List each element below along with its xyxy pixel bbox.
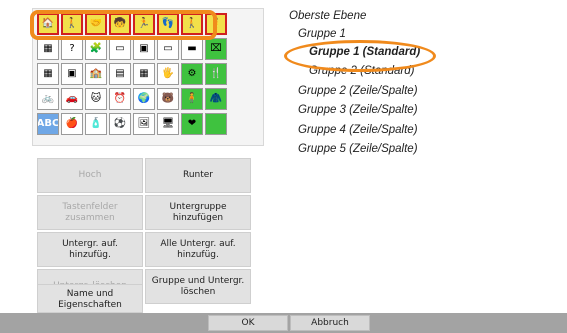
symbol-glyph-icon: ▤: [115, 68, 125, 79]
symbol-cell-r4c3[interactable]: ⚽: [109, 113, 131, 135]
symbol-glyph-icon: ▭: [163, 43, 173, 54]
symbol-cell-r2c1[interactable]: ▣: [61, 63, 83, 85]
symbol-glyph-icon: ABC: [37, 118, 59, 129]
symbol-glyph-icon: ⌧: [210, 43, 222, 54]
tree-node-gruppe4-zeile[interactable]: Gruppe 4 (Zeile/Spalte): [298, 124, 418, 136]
tastenfelder-zusammen-button[interactable]: Tastenfelder zusammen: [37, 195, 143, 230]
symbol-glyph-icon: 🍎: [65, 118, 79, 129]
symbol-glyph-icon: 🚗: [65, 93, 79, 104]
symbol-glyph-icon: ▬: [187, 43, 197, 54]
hoch-button[interactable]: Hoch: [37, 158, 143, 193]
symbol-cell-r1c7[interactable]: ⌧: [205, 38, 227, 60]
symbol-cell-r3c2[interactable]: 🐱: [85, 88, 107, 110]
symbol-glyph-icon: 🖐: [161, 68, 175, 79]
symbol-glyph-icon: 🐱: [90, 93, 102, 104]
symbol-cell-r1c1[interactable]: ?: [61, 38, 83, 60]
gruppe-und-untergr-loeschen-button[interactable]: Gruppe und Untergr. löschen: [145, 269, 251, 304]
highlight-rectangle: [30, 10, 217, 40]
ok-button[interactable]: OK: [208, 315, 288, 331]
tree-node-gruppe2-zeile[interactable]: Gruppe 2 (Zeile/Spalte): [298, 85, 418, 97]
symbol-cell-r1c3[interactable]: ▭: [109, 38, 131, 60]
symbol-glyph-icon: 🏫: [89, 68, 103, 79]
symbol-glyph-icon: ▦: [139, 68, 149, 79]
symbol-cell-r1c4[interactable]: ▣: [133, 38, 155, 60]
symbol-glyph-icon: ?: [69, 43, 75, 54]
group-tree: Oberste Ebene Gruppe 1 Gruppe 1 (Standar…: [280, 8, 560, 178]
symbol-cell-r3c1[interactable]: 🚗: [61, 88, 83, 110]
symbol-cell-r1c2[interactable]: 🧩: [85, 38, 107, 60]
symbol-cell-r4c2[interactable]: 🧴: [85, 113, 107, 135]
tree-node-gruppe3-zeile[interactable]: Gruppe 3 (Zeile/Spalte): [298, 104, 418, 116]
symbol-cell-r3c4[interactable]: 🌍: [133, 88, 155, 110]
symbol-cell-r4c1[interactable]: 🍎: [61, 113, 83, 135]
symbol-cell-r4c6[interactable]: ❤: [181, 113, 203, 135]
symbol-glyph-icon: ⚽: [113, 118, 127, 129]
symbol-cell-r4c0[interactable]: ABC: [37, 113, 59, 135]
name-und-eigenschaften-label[interactable]: Name und Eigenschaften: [37, 284, 143, 313]
symbol-glyph-icon: 🐻: [161, 93, 175, 104]
dialog-window: 🏠 🚶 🤝 🧒 🏃 👣 🚶 🧍 ▦? 🧩 ▭ ▣ ▭ ▬ ⌧ ▦ ▣ 🏫 ▤ ▦ 🖐 ⚙ 🍴 🚲 🚗 🐱 ⏰ 🌍 🐻 🧍 🧥 ABC 🍎 🧴 ⚽ 🖼 🖥…: [0, 0, 567, 333]
symbol-glyph-icon: ❤: [187, 118, 197, 129]
symbol-cell-r2c0[interactable]: ▦: [37, 63, 59, 85]
symbol-cell-r3c7[interactable]: 🧥: [205, 88, 227, 110]
symbol-cell-r4c5[interactable]: 🖥: [157, 113, 179, 135]
symbol-glyph-icon: ▣: [67, 68, 77, 79]
symbol-cell-r2c7[interactable]: 🍴: [205, 63, 227, 85]
untergruppe-hinzufuegen-button[interactable]: Untergruppe hinzufügen: [145, 195, 251, 230]
symbol-glyph-icon: 🚲: [41, 93, 55, 104]
alle-untergr-auf-hinzufuegen-button[interactable]: Alle Untergr. auf. hinzufüg.: [145, 232, 251, 267]
symbol-cell-r2c6[interactable]: ⚙: [181, 63, 203, 85]
symbol-glyph-icon: 🖼: [137, 118, 151, 129]
symbol-cell-r1c0[interactable]: ▦: [37, 38, 59, 60]
untergr-auf-hinzufuegen-button[interactable]: Untergr. auf. hinzufüg.: [37, 232, 143, 267]
symbol-glyph-icon: ▭: [115, 43, 125, 54]
symbol-cell-r4c4[interactable]: 🖼: [133, 113, 155, 135]
symbol-cell-r2c5[interactable]: 🖐: [157, 63, 179, 85]
symbol-cell-r4c7[interactable]: [205, 113, 227, 135]
symbol-glyph-icon: 🧩: [89, 43, 103, 54]
symbol-cell-r1c6[interactable]: ▬: [181, 38, 203, 60]
highlight-oval: [284, 40, 436, 72]
symbol-glyph-icon: ⏰: [113, 93, 127, 104]
symbol-cell-r1c5[interactable]: ▭: [157, 38, 179, 60]
symbol-cell-r3c0[interactable]: 🚲: [37, 88, 59, 110]
runter-button[interactable]: Runter: [145, 158, 251, 193]
symbol-glyph-icon: ▦: [43, 68, 53, 79]
symbol-glyph-icon: ▦: [43, 43, 53, 54]
symbol-cell-r2c4[interactable]: ▦: [133, 63, 155, 85]
tree-node-gruppe1[interactable]: Gruppe 1: [298, 28, 346, 40]
symbol-cell-r3c3[interactable]: ⏰: [109, 88, 131, 110]
bottom-button-bar: OK Abbruch: [0, 313, 567, 333]
symbol-glyph-icon: ⚙: [187, 68, 197, 79]
abbruch-button[interactable]: Abbruch: [290, 315, 370, 331]
symbol-cell-r2c2[interactable]: 🏫: [85, 63, 107, 85]
symbol-glyph-icon: 🧴: [89, 118, 103, 129]
symbol-cell-r3c5[interactable]: 🐻: [157, 88, 179, 110]
symbol-glyph-icon: 🧍: [185, 93, 199, 104]
symbol-glyph-icon: 🧥: [209, 93, 223, 104]
tree-node-root[interactable]: Oberste Ebene: [289, 10, 366, 22]
symbol-cell-r3c6[interactable]: 🧍: [181, 88, 203, 110]
symbol-glyph-icon: ▣: [139, 43, 149, 54]
symbol-glyph-icon: 🌍: [137, 93, 151, 104]
symbol-glyph-icon: 🖥: [161, 118, 175, 129]
symbol-glyph-icon: 🍴: [209, 68, 223, 79]
symbol-cell-r2c3[interactable]: ▤: [109, 63, 131, 85]
tree-node-gruppe5-zeile[interactable]: Gruppe 5 (Zeile/Spalte): [298, 143, 418, 155]
